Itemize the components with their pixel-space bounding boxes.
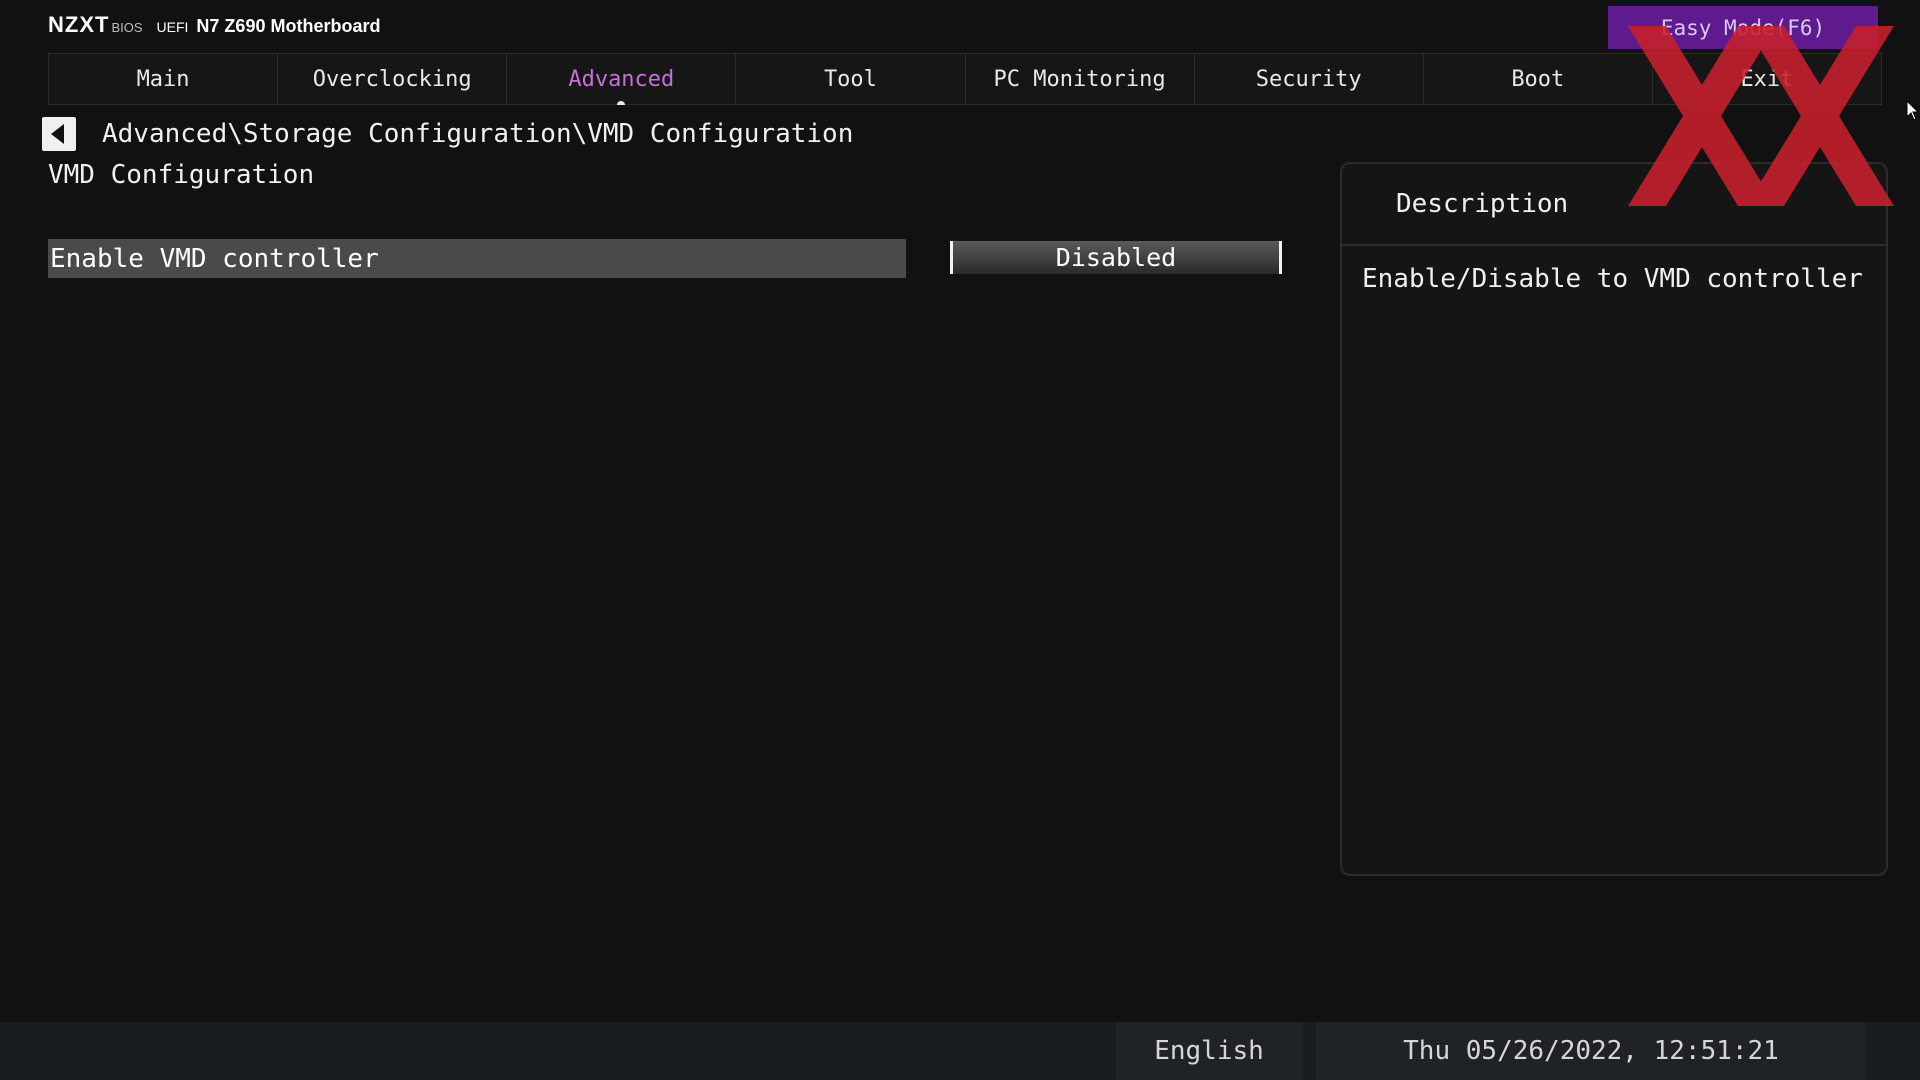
- tab-overclocking[interactable]: Overclocking: [278, 54, 508, 104]
- main-tabs: Main Overclocking Advanced Tool PC Monit…: [48, 53, 1882, 105]
- language-button[interactable]: English: [1116, 1022, 1302, 1080]
- setting-value-dropdown[interactable]: Disabled: [950, 241, 1282, 274]
- setting-label: Enable VMD controller: [50, 243, 379, 274]
- back-arrow-icon: [51, 124, 64, 144]
- bios-screen: NZXT BIOS UEFI N7 Z690 Motherboard Easy …: [0, 0, 1920, 1080]
- status-footer: English Thu 05/26/2022, 12:51:21: [0, 1022, 1920, 1080]
- brand-header: NZXT BIOS UEFI N7 Z690 Motherboard: [48, 12, 380, 42]
- breadcrumb: Advanced\Storage Configuration\VMD Confi…: [102, 119, 854, 149]
- setting-row-vmd-controller[interactable]: Enable VMD controller: [48, 239, 906, 278]
- description-panel: Description Enable/Disable to VMD contro…: [1340, 162, 1888, 876]
- datetime-display: Thu 05/26/2022, 12:51:21: [1316, 1022, 1866, 1080]
- page-title: VMD Configuration: [48, 160, 315, 190]
- tab-security[interactable]: Security: [1195, 54, 1424, 104]
- nzxt-logo: NZXT: [48, 12, 110, 37]
- back-button[interactable]: [42, 117, 76, 151]
- bios-label: BIOS: [111, 20, 143, 35]
- mouse-cursor-icon: [1906, 100, 1920, 121]
- uefi-label: UEFI: [156, 19, 189, 35]
- tab-pc-monitoring[interactable]: PC Monitoring: [966, 54, 1195, 104]
- description-text: Enable/Disable to VMD controller: [1362, 264, 1863, 294]
- tab-advanced[interactable]: Advanced: [507, 54, 737, 105]
- tab-main[interactable]: Main: [49, 54, 279, 104]
- tab-tool[interactable]: Tool: [736, 54, 966, 104]
- motherboard-model: N7 Z690 Motherboard: [196, 16, 381, 36]
- tab-boot[interactable]: Boot: [1424, 54, 1653, 104]
- xx-watermark-logo: [1628, 26, 1894, 206]
